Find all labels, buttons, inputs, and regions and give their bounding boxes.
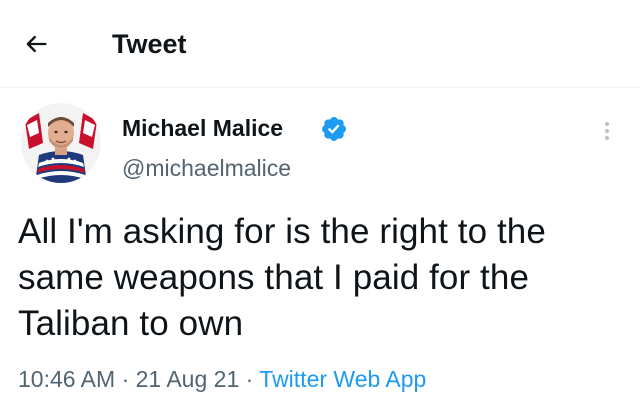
meta-separator: · — [245, 366, 254, 392]
tweet-text: All I'm asking for is the right to the s… — [18, 212, 546, 343]
tweet-date[interactable]: 21 Aug 21 — [136, 366, 240, 392]
tweet-metadata: 10:46 AM · 21 Aug 21 · Twitter Web App — [18, 364, 426, 394]
more-vertical-icon — [605, 122, 609, 140]
more-options-button[interactable] — [590, 114, 624, 148]
page-title: Tweet — [112, 29, 187, 59]
back-button[interactable] — [14, 22, 58, 66]
avatar-image — [21, 103, 101, 183]
author-name[interactable]: Michael Malice — [122, 113, 283, 143]
author-handle[interactable]: @michaelmalice — [122, 153, 291, 183]
tweet-source-link[interactable]: Twitter Web App — [259, 366, 426, 392]
tweet-time[interactable]: 10:46 AM — [18, 366, 115, 392]
verified-badge-icon — [322, 117, 346, 141]
tweet-page: Tweet Michael Malice @michaelmalice All … — [0, 0, 640, 408]
page-header: Tweet — [0, 0, 640, 88]
arrow-left-icon — [26, 35, 47, 53]
meta-separator: · — [121, 366, 130, 392]
avatar[interactable] — [21, 103, 101, 183]
